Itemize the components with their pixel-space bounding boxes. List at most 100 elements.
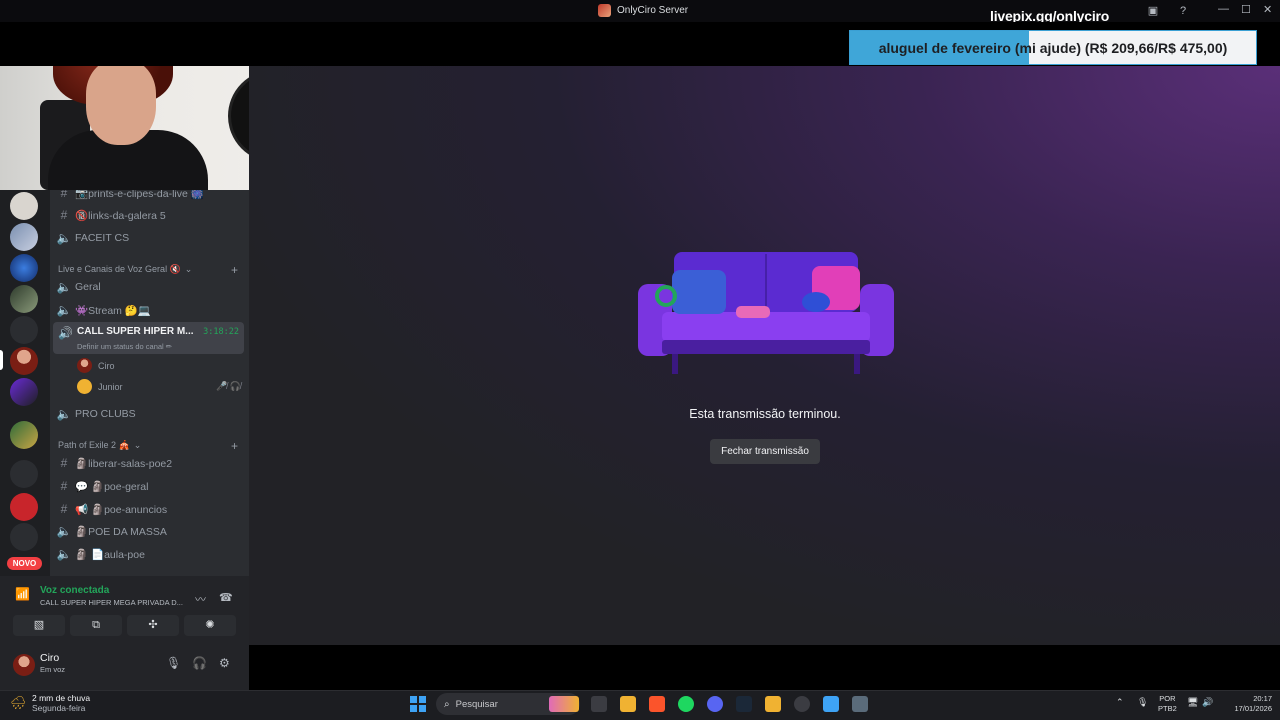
rain-weather-icon: 🌧 [10, 695, 27, 710]
chevron-down-icon: ⌄ [133, 440, 142, 450]
voice-channel[interactable]: 🔈 FACEIT CS [53, 228, 243, 248]
steam-icon[interactable] [736, 696, 752, 712]
close-stream-button[interactable]: Fechar transmissão [710, 439, 820, 464]
voice-channel[interactable]: 🔈 Geral [53, 277, 243, 297]
speaker-icon: 🔈 [56, 280, 72, 294]
minimize-button[interactable]: — [1218, 3, 1229, 15]
user-panel [0, 646, 249, 690]
voice-channel[interactable]: 🔈 PRO CLUBS [53, 404, 243, 424]
hashtag-icon: # [60, 456, 68, 470]
active-voice-channel[interactable]: 🔊 CALL SUPER HIPER M... 3:18:22 Definir … [53, 322, 244, 354]
headphones-icon[interactable]: 🎧 [192, 656, 207, 670]
text-channel[interactable]: # 📢 🗿poe-anuncios [53, 499, 243, 519]
speaker-icon: 🔈 [56, 231, 72, 245]
hashtag-icon: # [60, 479, 68, 493]
add-channel-icon[interactable]: + [231, 263, 238, 277]
avatar [77, 358, 92, 373]
server-icon[interactable] [10, 223, 38, 251]
active-channel-name: CALL SUPER HIPER M... [77, 326, 194, 337]
user-avatar[interactable] [13, 654, 35, 676]
file-explorer-icon[interactable] [620, 696, 636, 712]
brave-browser-icon[interactable] [649, 696, 665, 712]
avatar [77, 379, 92, 394]
donation-goal-bar: aluguel de fevereiro (mi ajude) (R$ 209,… [849, 30, 1257, 65]
task-view-icon[interactable] [591, 696, 607, 712]
text-channel[interactable]: # 🗿liberar-salas-poe2 [53, 453, 243, 473]
maximize-button[interactable]: ☐ [1241, 3, 1251, 16]
obs-icon[interactable] [794, 696, 810, 712]
start-button-icon[interactable] [410, 696, 426, 712]
volume-icon[interactable]: 🔊 [1202, 697, 1213, 708]
server-icon[interactable] [10, 493, 38, 521]
stream-ended-message: Esta transmissão terminou. [689, 407, 841, 421]
microphone-tray-icon[interactable]: 🎙 [1137, 697, 1148, 708]
voice-channel-name[interactable]: CALL SUPER HIPER MEGA PRIVADA D... [40, 598, 183, 607]
channel-status-hint[interactable]: Definir um status do canal ✏ [77, 342, 172, 351]
server-icon-onlyciro[interactable] [10, 347, 38, 375]
hashtag-icon: # [60, 502, 68, 516]
language-indicator[interactable]: POR PTB2 [1158, 694, 1177, 714]
voice-user[interactable]: Ciro [77, 358, 115, 373]
signal-icon[interactable]: 📶 [15, 587, 33, 605]
hashtag-icon: # [60, 208, 68, 222]
voice-status[interactable]: Voz conectada [40, 585, 109, 596]
search-highlight-icon[interactable] [549, 696, 579, 712]
text-channel[interactable]: # 💬 🗿poe-geral [53, 476, 243, 496]
stream-footer [249, 645, 1280, 690]
server-icon[interactable] [10, 378, 38, 406]
server-folder-icon[interactable] [10, 316, 38, 344]
noise-suppression-icon[interactable]: 〰 [195, 591, 206, 607]
category-header[interactable]: Live e Canais de Voz Geral 🔇 ⌄ + [58, 263, 238, 277]
gamepad-prop [802, 292, 830, 312]
network-icon[interactable]: 🖥 [1187, 697, 1198, 708]
microphone-icon[interactable]: 🎙 [166, 656, 181, 670]
voice-user[interactable]: Junior [77, 379, 123, 394]
server-icon[interactable] [10, 285, 38, 313]
help-icon[interactable]: ? [1176, 4, 1190, 18]
category-header[interactable]: Path of Exile 2 🎪 ⌄ + [58, 439, 238, 453]
windows-taskbar [0, 690, 1280, 720]
text-channel[interactable]: # 🔞links-da-galera 5 [53, 205, 243, 225]
voice-channel[interactable]: 🔈 🗿POE DA MASSA [53, 521, 243, 541]
speaker-icon: 🔊 [58, 326, 73, 340]
empty-couch-illustration [638, 252, 894, 374]
channel-list: # 📷prints-e-clipes-da-live 🎆 # 🔞links-da-g… [50, 190, 249, 576]
voice-channel[interactable]: 🔈 🗿 📄aula-poe [53, 544, 243, 564]
search-icon: ⌕ [444, 698, 450, 710]
text-channel[interactable]: # 📷prints-e-clipes-da-live 🎆 [53, 190, 243, 203]
muted-deafened-icon: 🎤̸ 🎧̸ [216, 381, 241, 391]
system-clock[interactable]: 20:17 17/01/2026 [1224, 694, 1272, 714]
chevron-up-icon[interactable]: ⌃ [1116, 697, 1124, 708]
screen-share-button[interactable]: ⧉ [70, 615, 122, 636]
spotify-icon[interactable] [678, 696, 694, 712]
speaker-icon: 🔈 [56, 547, 72, 561]
calculator-icon[interactable] [852, 696, 868, 712]
weather-widget[interactable]: 🌧 2 mm de chuva Segunda-feira [10, 693, 90, 713]
settings-gear-icon[interactable]: ⚙ [219, 656, 230, 670]
camera-off-button[interactable]: ▧ [13, 615, 65, 636]
speaker-icon: 🔈 [56, 524, 72, 538]
voice-channel[interactable]: 🔈 👾Stream 🤔💻 [53, 300, 243, 320]
inbox-icon[interactable]: ▣ [1146, 4, 1160, 18]
disconnect-icon[interactable]: ☎ [219, 591, 233, 604]
server-icon[interactable] [10, 192, 38, 220]
server-folder-icon[interactable] [10, 421, 38, 449]
add-channel-icon[interactable]: + [231, 439, 238, 453]
speaker-icon: 🔈 [56, 407, 72, 421]
server-icon [598, 4, 611, 17]
window-title: OnlyCiro Server [598, 4, 688, 17]
server-folder-icon[interactable] [10, 460, 38, 488]
server-icon[interactable] [10, 254, 38, 282]
app-icon[interactable] [765, 696, 781, 712]
server-folder-icon[interactable] [10, 523, 38, 551]
activities-button[interactable]: ✣ [127, 615, 179, 636]
hashtag-icon: # [60, 190, 68, 200]
user-name[interactable]: Ciro [40, 652, 59, 664]
close-window-button[interactable]: ✕ [1263, 3, 1272, 16]
window-title-text: OnlyCiro Server [617, 5, 689, 16]
soundboard-button[interactable]: ✺ [184, 615, 236, 636]
call-duration: 3:18:22 [203, 327, 239, 337]
user-status: Em voz [40, 665, 66, 674]
discord-icon[interactable] [707, 696, 723, 712]
notepad-icon[interactable] [823, 696, 839, 712]
